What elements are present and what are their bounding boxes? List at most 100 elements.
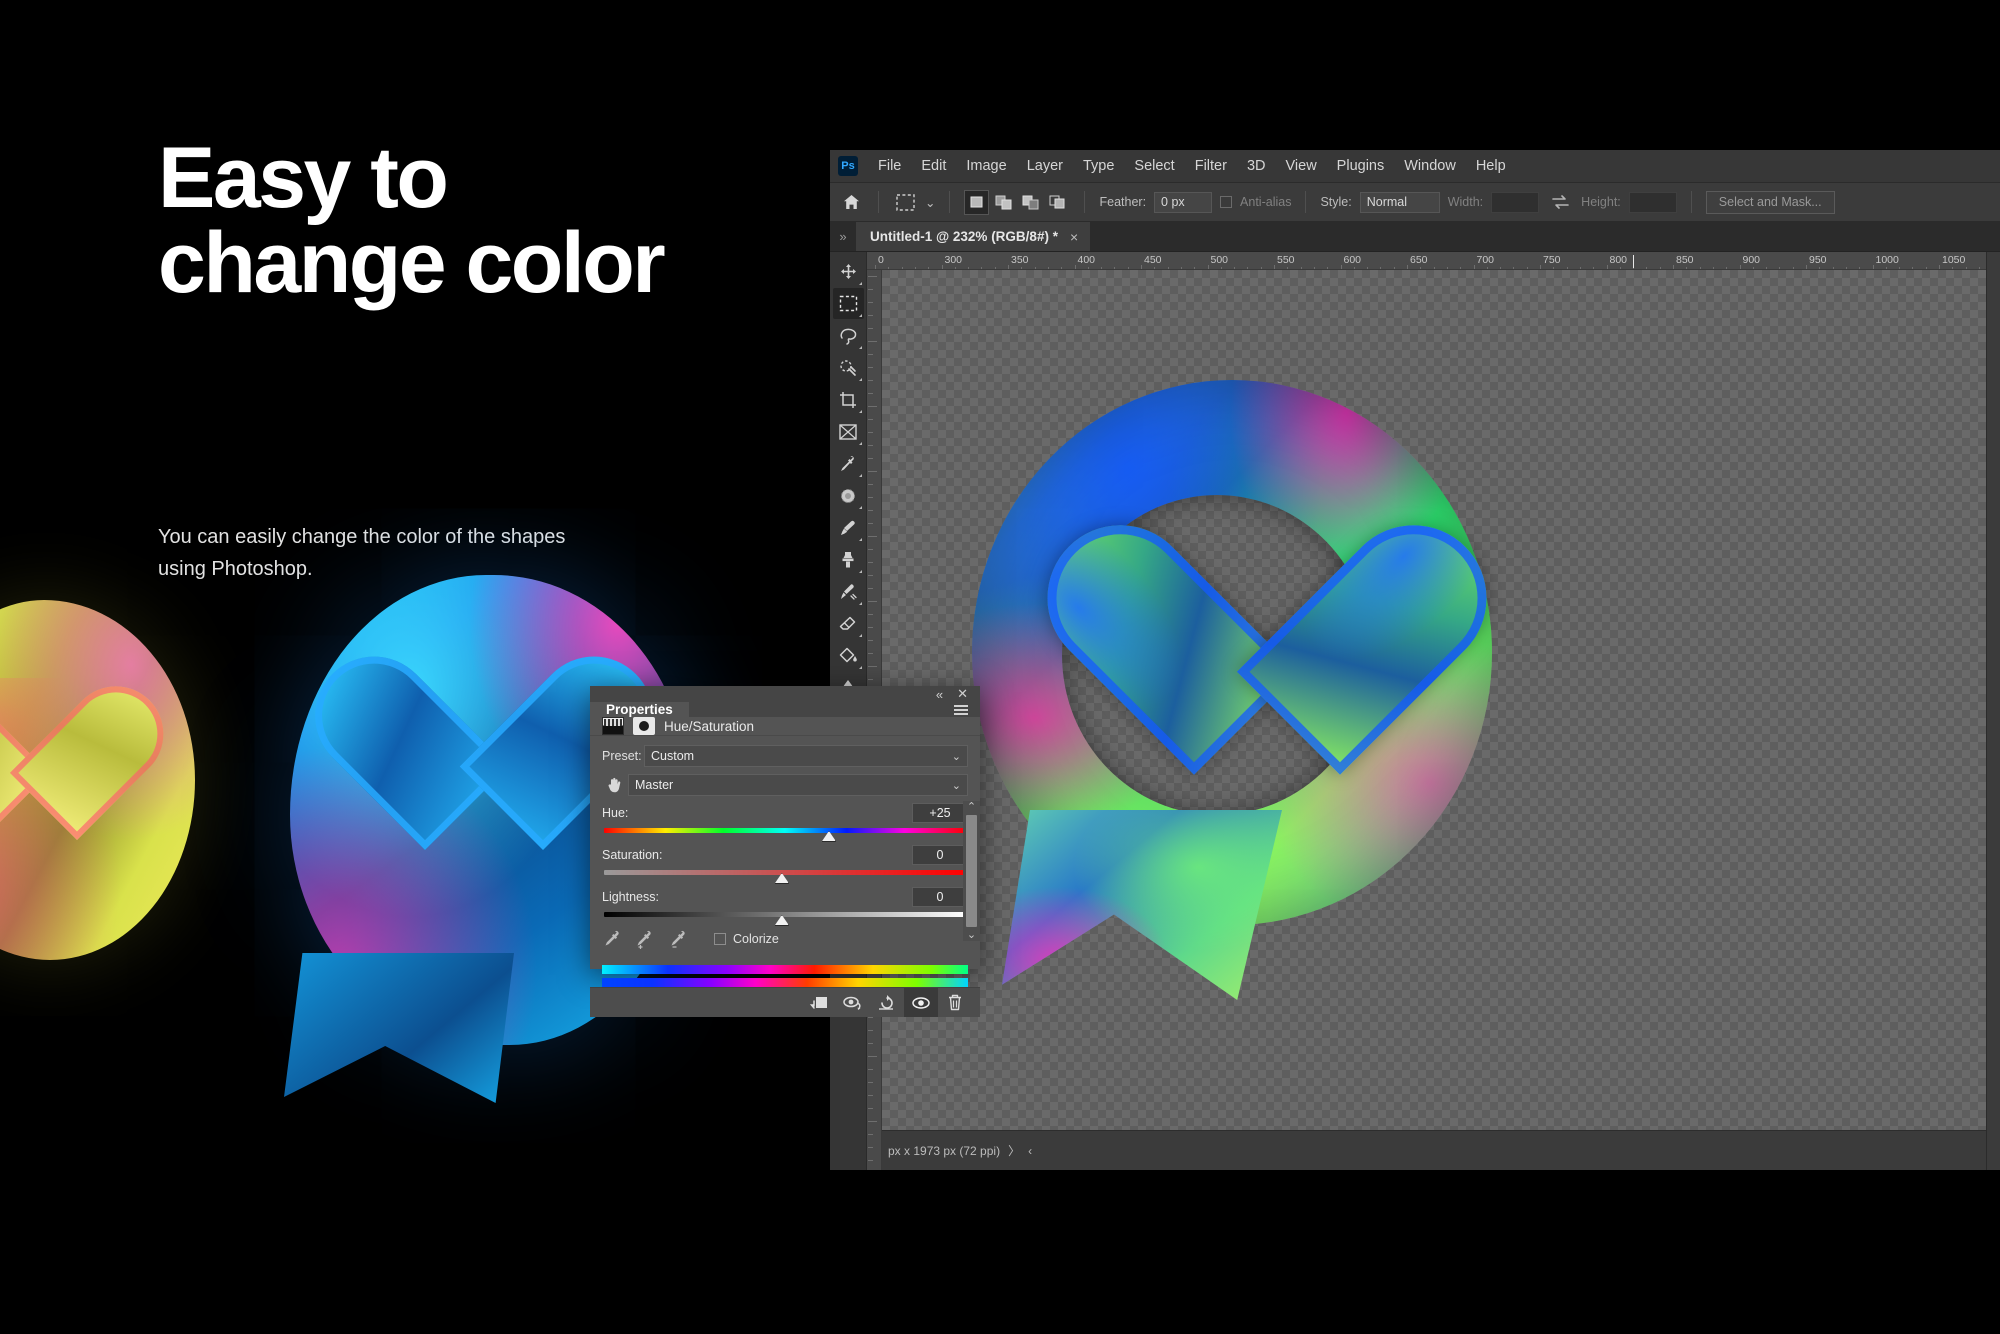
menu-3d[interactable]: 3D	[1237, 154, 1276, 178]
decorative-heart-blue	[370, 660, 600, 870]
layer-mask-icon[interactable]	[633, 717, 655, 735]
feather-input[interactable]: 0 px	[1154, 191, 1213, 213]
menu-filter[interactable]: Filter	[1185, 154, 1237, 178]
colorize-checkbox[interactable]	[714, 933, 726, 945]
ruler-minor-mark	[1779, 267, 1781, 269]
properties-panel-titlebar[interactable]: « ✕	[590, 686, 980, 702]
ruler-minor-mark	[1034, 267, 1036, 269]
on-image-adjustment-icon[interactable]	[602, 775, 628, 795]
eyedropper-icon[interactable]	[602, 929, 622, 949]
menu-plugins[interactable]: Plugins	[1327, 154, 1395, 178]
ruler-tick-mark	[1540, 265, 1541, 269]
eyedropper-add-icon[interactable]	[634, 929, 656, 949]
collapse-icon[interactable]: «	[936, 687, 943, 702]
brush-tool[interactable]	[833, 512, 864, 543]
delete-adjustment-layer-button[interactable]	[938, 988, 972, 1017]
scroll-up-icon[interactable]: ⌃	[967, 801, 976, 813]
lightness-slider-track[interactable]	[604, 910, 966, 926]
eraser-tool[interactable]	[833, 608, 864, 639]
intersect-with-selection-button[interactable]	[1045, 190, 1070, 215]
ruler-minor-mark	[888, 267, 890, 269]
ruler-tick-mark	[868, 393, 873, 394]
menu-layer[interactable]: Layer	[1017, 154, 1073, 178]
menu-type[interactable]: Type	[1073, 154, 1124, 178]
collapse-panels-icon[interactable]: »	[830, 222, 856, 251]
menu-file[interactable]: File	[868, 154, 911, 178]
object-selection-tool[interactable]	[833, 352, 864, 383]
horizontal-ruler[interactable]: 0 300 350 400 450 500 550 600 650 700 750 800 850 900…	[867, 252, 1986, 270]
menu-view[interactable]: View	[1276, 154, 1327, 178]
move-tool[interactable]	[833, 256, 864, 287]
close-icon[interactable]: ✕	[957, 686, 968, 702]
hue-slider-track[interactable]	[604, 826, 966, 842]
options-bar: ⌄ Feather: 0 px Anti-alias Style: Normal	[830, 183, 2000, 222]
tool-group-indicator	[858, 410, 862, 413]
width-input[interactable]	[1491, 191, 1540, 213]
status-prev-icon[interactable]: ‹	[1028, 1144, 1032, 1158]
height-input[interactable]	[1628, 191, 1677, 213]
subtract-from-selection-button[interactable]	[1018, 190, 1043, 215]
canvas-surface[interactable]	[882, 270, 1986, 1130]
history-brush-tool[interactable]	[833, 576, 864, 607]
hue-value-input[interactable]: +25	[912, 803, 968, 823]
anti-alias-checkbox[interactable]	[1220, 196, 1233, 208]
menu-help[interactable]: Help	[1466, 154, 1516, 178]
color-range-bar-output[interactable]	[602, 978, 968, 987]
saturation-value-input[interactable]: 0	[912, 845, 968, 865]
tab-properties[interactable]: Properties	[590, 702, 689, 717]
adjustment-thumbnail-icon[interactable]	[602, 717, 624, 735]
panel-menu-icon[interactable]	[954, 702, 980, 717]
ruler-tick-label: 450	[1144, 254, 1162, 266]
swap-dimensions-icon[interactable]	[1547, 189, 1573, 215]
scroll-down-icon[interactable]: ⌄	[967, 929, 976, 941]
right-dock-strip[interactable]	[1986, 252, 2000, 1170]
artwork-3d-speech-bubble-heart[interactable]	[952, 380, 1512, 1040]
ruler-minor-mark	[1925, 267, 1927, 269]
style-select[interactable]: Normal	[1359, 191, 1440, 213]
ruler-tick-mark	[1473, 265, 1475, 269]
ruler-tick-mark	[868, 471, 877, 472]
paint-bucket-tool[interactable]	[833, 640, 864, 671]
saturation-slider-track[interactable]	[604, 868, 966, 884]
tool-preset-caret[interactable]: ⌄	[925, 195, 935, 210]
add-to-selection-button[interactable]	[991, 190, 1016, 215]
clone-stamp-tool[interactable]	[833, 544, 864, 575]
preset-select[interactable]: Custom ⌄	[644, 745, 968, 767]
properties-scrollbar-thumb[interactable]	[966, 815, 977, 927]
select-and-mask-button[interactable]: Select and Mask...	[1705, 190, 1835, 214]
ruler-tick-mark	[868, 549, 873, 550]
status-next-icon[interactable]: 〉	[1008, 1142, 1020, 1159]
frame-tool[interactable]	[833, 416, 864, 447]
colorize-control[interactable]: Colorize	[714, 932, 779, 946]
new-selection-button[interactable]	[964, 189, 990, 215]
rectangular-marquee-icon[interactable]	[893, 191, 917, 213]
lasso-tool[interactable]	[833, 320, 864, 351]
ruler-tick-label: 0	[878, 254, 884, 266]
channel-select[interactable]: Master ⌄	[628, 774, 968, 796]
crop-tool[interactable]	[833, 384, 864, 415]
clip-to-layer-button[interactable]	[802, 988, 836, 1017]
menu-select[interactable]: Select	[1124, 154, 1184, 178]
lightness-value-input[interactable]: 0	[912, 887, 968, 907]
document-tab[interactable]: Untitled-1 @ 232% (RGB/8#) * ×	[856, 222, 1091, 251]
spot-healing-brush-tool[interactable]	[833, 480, 864, 511]
eyedropper-subtract-icon[interactable]	[668, 929, 690, 949]
ruler-minor-mark	[1686, 267, 1688, 269]
ruler-minor-mark	[1766, 267, 1768, 269]
properties-scrollbar[interactable]: ⌃ ⌄	[963, 801, 980, 941]
close-icon[interactable]: ×	[1070, 229, 1078, 245]
view-previous-state-button[interactable]	[836, 988, 870, 1017]
menu-edit[interactable]: Edit	[911, 154, 956, 178]
menu-window[interactable]: Window	[1394, 154, 1466, 178]
toggle-layer-visibility-button[interactable]	[904, 988, 938, 1017]
rectangular-marquee-tool[interactable]	[832, 288, 864, 319]
ruler-minor-mark	[1792, 267, 1794, 269]
hue-gradient-bar	[604, 828, 966, 833]
reset-adjustment-button[interactable]	[870, 988, 904, 1017]
menu-image[interactable]: Image	[956, 154, 1016, 178]
ruler-minor-mark	[1859, 267, 1861, 269]
ruler-tick-mark	[868, 523, 873, 524]
home-icon[interactable]	[838, 189, 864, 215]
eyedropper-tool[interactable]	[833, 448, 864, 479]
color-range-bar-input	[602, 965, 968, 974]
